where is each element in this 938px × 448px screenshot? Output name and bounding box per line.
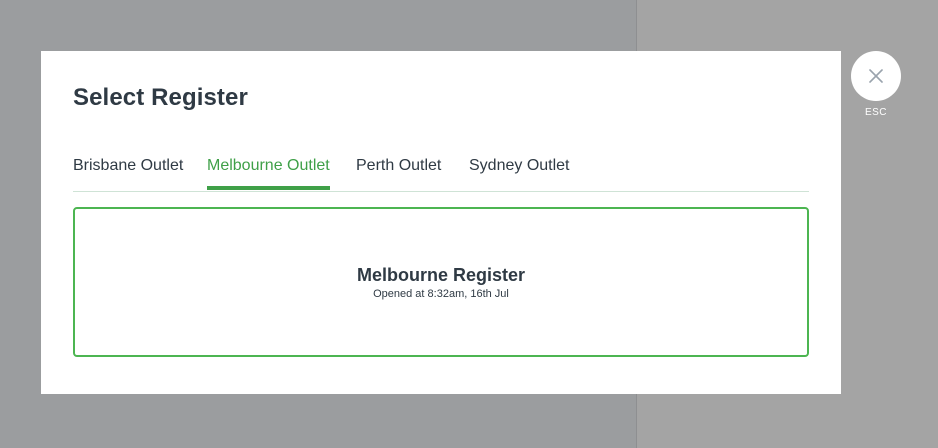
register-opened-time: Opened at 8:32am, 16th Jul bbox=[373, 288, 509, 300]
outlet-tabs: Brisbane Outlet Melbourne Outlet Perth O… bbox=[73, 149, 809, 192]
modal-title: Select Register bbox=[73, 84, 248, 111]
tab-perth-outlet[interactable]: Perth Outlet bbox=[356, 157, 441, 190]
register-card-melbourne[interactable]: Melbourne Register Opened at 8:32am, 16t… bbox=[73, 207, 809, 357]
close-icon bbox=[869, 69, 883, 83]
select-register-modal: Select Register Brisbane Outlet Melbourn… bbox=[41, 51, 841, 394]
tab-melbourne-outlet[interactable]: Melbourne Outlet bbox=[207, 157, 330, 190]
tab-brisbane-outlet[interactable]: Brisbane Outlet bbox=[73, 157, 183, 190]
close-button[interactable] bbox=[851, 51, 901, 101]
register-name: Melbourne Register bbox=[356, 265, 526, 285]
esc-label: ESC bbox=[864, 107, 888, 118]
tab-sydney-outlet[interactable]: Sydney Outlet bbox=[469, 157, 570, 190]
